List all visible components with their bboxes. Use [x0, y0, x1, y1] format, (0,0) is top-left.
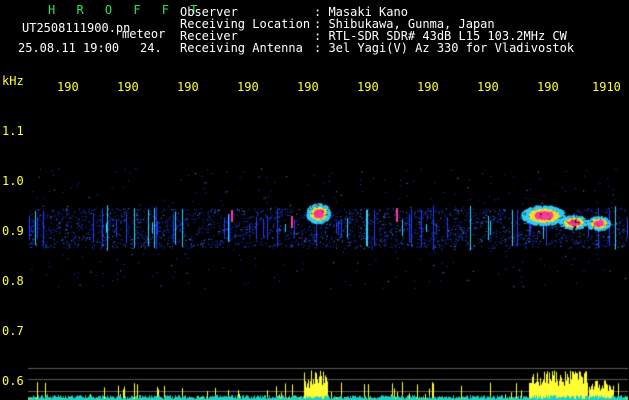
- y-tick-1: 1.1: [2, 124, 24, 138]
- x-tick-7: 190: [417, 80, 439, 94]
- x-tick-6: 190: [357, 80, 379, 94]
- file-date-time: 25.08.11 19:00: [18, 41, 120, 55]
- x-tick-5: 190: [297, 80, 319, 94]
- y-axis-unit: kHz: [2, 74, 24, 88]
- file-value: 24.: [140, 41, 162, 55]
- x-tick-8: 190: [477, 80, 499, 94]
- file-tag: meteor: [122, 27, 166, 41]
- y-tick-2: 1.0: [2, 174, 24, 188]
- spectrogram-panel: [28, 98, 628, 400]
- x-tick-4: 190: [237, 80, 259, 94]
- x-tick-3: 190: [177, 80, 199, 94]
- info-value-antenna: : 3el Yagi(V) Az 330 for Vladivostok: [314, 41, 575, 55]
- x-tick-10: 1910: [592, 80, 621, 94]
- x-tick-2: 190: [117, 80, 139, 94]
- info-label-antenna: Receiving Antenna: [180, 41, 303, 55]
- meteor-echo-spectrogram: [28, 98, 628, 400]
- x-tick-9: 190: [537, 80, 559, 94]
- y-tick-4: 0.8: [2, 274, 24, 288]
- y-tick-3: 0.9: [2, 224, 24, 238]
- x-tick-1: 190: [57, 80, 79, 94]
- y-tick-5: 0.7: [2, 324, 24, 338]
- file-name: UT2508111900.pn: [22, 21, 131, 35]
- y-tick-6: 0.6: [2, 374, 24, 388]
